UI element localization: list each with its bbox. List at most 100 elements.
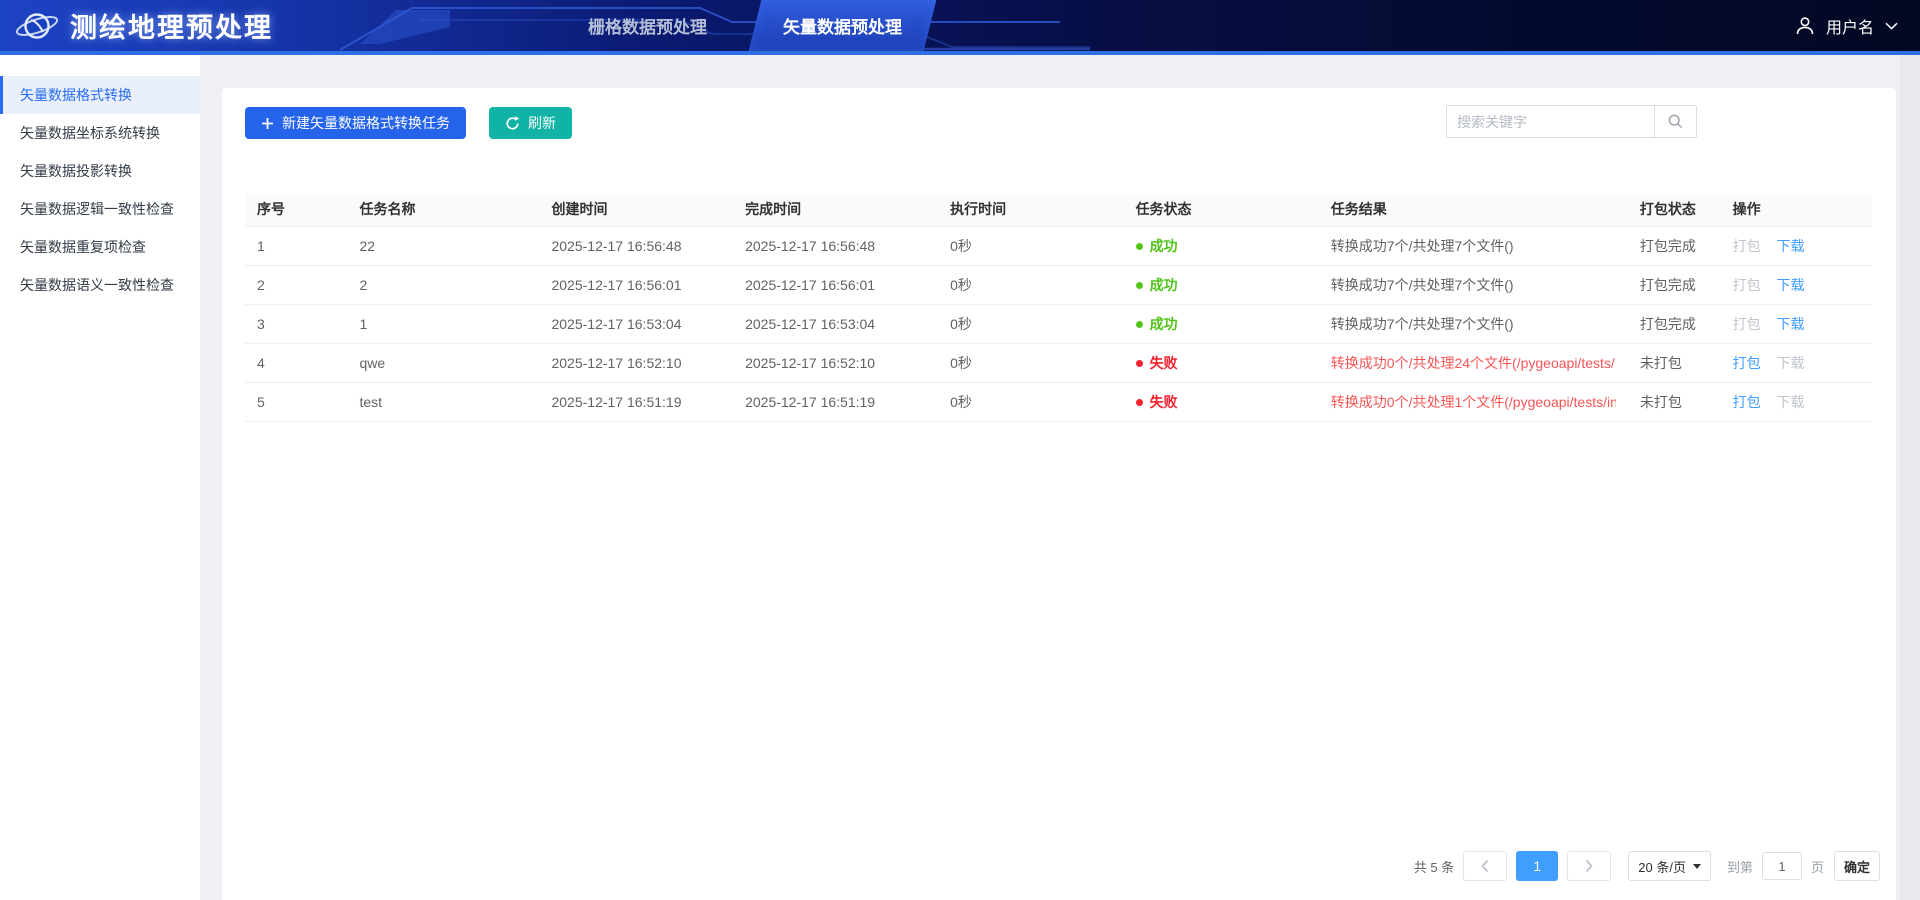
page-number-button[interactable]: 1 bbox=[1516, 851, 1558, 881]
sidebar-item[interactable]: 矢量数据投影转换 bbox=[0, 152, 200, 190]
download-action[interactable]: 下载 bbox=[1777, 238, 1805, 254]
refresh-label: 刷新 bbox=[528, 113, 556, 133]
sidebar-item[interactable]: 矢量数据格式转换 bbox=[0, 76, 200, 114]
cell-actions: 打包 下载 bbox=[1721, 265, 1872, 304]
cell-finished-time: 2025-12-17 16:53:04 bbox=[733, 304, 938, 343]
table-column-header: 任务结果 bbox=[1319, 193, 1628, 226]
goto-page-input[interactable] bbox=[1762, 852, 1802, 880]
user-name: 用户名 bbox=[1826, 14, 1874, 38]
table-column-header: 执行时间 bbox=[938, 193, 1123, 226]
pagination-total: 共 5 条 bbox=[1414, 857, 1454, 876]
task-result: 转换成功7个/共处理7个文件() bbox=[1331, 275, 1616, 295]
sidebar-item-label: 矢量数据坐标系统转换 bbox=[20, 125, 160, 141]
chevron-left-icon bbox=[1480, 859, 1490, 873]
package-action[interactable]: 打包 bbox=[1733, 394, 1761, 410]
refresh-icon bbox=[505, 116, 520, 131]
package-action[interactable]: 打包 bbox=[1733, 316, 1761, 332]
table-column-header: 任务名称 bbox=[348, 193, 540, 226]
header-tab[interactable]: 栅格数据预处理 bbox=[560, 0, 735, 51]
cell-task-name: 2 bbox=[348, 265, 540, 304]
goto-confirm-button[interactable]: 确定 bbox=[1834, 851, 1880, 881]
cell-finished-time: 2025-12-17 16:52:10 bbox=[733, 343, 938, 382]
next-page-button[interactable] bbox=[1567, 851, 1611, 881]
cell-index: 5 bbox=[245, 382, 348, 421]
app-logo-icon bbox=[14, 5, 60, 47]
table-row: 4 qwe 2025-12-17 16:52:10 2025-12-17 16:… bbox=[245, 343, 1872, 382]
sidebar-item-label: 矢量数据投影转换 bbox=[20, 163, 132, 179]
sidebar-item-label: 矢量数据逻辑一致性检查 bbox=[20, 201, 174, 217]
cell-index: 4 bbox=[245, 343, 348, 382]
status-badge: 成功 bbox=[1136, 277, 1178, 293]
sidebar-item[interactable]: 矢量数据逻辑一致性检查 bbox=[0, 190, 200, 228]
table-column-header: 任务状态 bbox=[1124, 193, 1319, 226]
new-task-label: 新建矢量数据格式转换任务 bbox=[282, 113, 450, 133]
package-action[interactable]: 打包 bbox=[1733, 238, 1761, 254]
cell-index: 2 bbox=[245, 265, 348, 304]
header-tab-label: 矢量数据预处理 bbox=[783, 13, 902, 38]
cell-finished-time: 2025-12-17 16:51:19 bbox=[733, 382, 938, 421]
sidebar: 矢量数据格式转换 矢量数据坐标系统转换 矢量数据投影转换 矢量数据逻辑一致性检查… bbox=[0, 55, 200, 900]
page-size-label: 20 条/页 bbox=[1638, 857, 1686, 876]
cell-result: 转换成功7个/共处理7个文件() bbox=[1319, 265, 1628, 304]
cell-index: 3 bbox=[245, 304, 348, 343]
cell-actions: 打包 下载 bbox=[1721, 343, 1872, 382]
cell-actions: 打包 下载 bbox=[1721, 382, 1872, 421]
package-action[interactable]: 打包 bbox=[1733, 355, 1761, 371]
download-action[interactable]: 下载 bbox=[1777, 355, 1805, 371]
table-row: 5 test 2025-12-17 16:51:19 2025-12-17 16… bbox=[245, 382, 1872, 421]
package-action[interactable]: 打包 bbox=[1733, 277, 1761, 293]
prev-page-button[interactable] bbox=[1463, 851, 1507, 881]
cell-task-name: qwe bbox=[348, 343, 540, 382]
table-column-header: 创建时间 bbox=[539, 193, 733, 226]
search-input[interactable] bbox=[1446, 105, 1654, 138]
status-badge: 失败 bbox=[1136, 394, 1178, 410]
cell-status: 成功 bbox=[1124, 265, 1319, 304]
cell-created-time: 2025-12-17 16:51:19 bbox=[539, 382, 733, 421]
cell-status: 成功 bbox=[1124, 304, 1319, 343]
sidebar-item[interactable]: 矢量数据重复项检查 bbox=[0, 228, 200, 266]
sidebar-item[interactable]: 矢量数据坐标系统转换 bbox=[0, 114, 200, 152]
app-root: 测绘地理预处理 栅格数据预处理 矢量数据预处理 用户名 bbox=[0, 0, 1920, 900]
download-action[interactable]: 下载 bbox=[1777, 394, 1805, 410]
plus-icon bbox=[261, 117, 274, 130]
cell-created-time: 2025-12-17 16:56:01 bbox=[539, 265, 733, 304]
task-result: 转换成功7个/共处理7个文件() bbox=[1331, 236, 1616, 256]
download-action[interactable]: 下载 bbox=[1777, 277, 1805, 293]
download-action[interactable]: 下载 bbox=[1777, 316, 1805, 332]
status-badge: 失败 bbox=[1136, 355, 1178, 371]
cell-exec-time: 0秒 bbox=[938, 226, 1123, 265]
cell-result: 转换成功0个/共处理1个文件(/pygeoapi/tests/in bbox=[1319, 382, 1628, 421]
user-menu[interactable]: 用户名 bbox=[1795, 0, 1898, 51]
cell-task-name: 1 bbox=[348, 304, 540, 343]
task-result: 转换成功7个/共处理7个文件() bbox=[1331, 314, 1616, 334]
search-box bbox=[1446, 105, 1697, 138]
cell-index: 1 bbox=[245, 226, 348, 265]
search-button[interactable] bbox=[1654, 105, 1697, 138]
refresh-button[interactable]: 刷新 bbox=[489, 107, 572, 139]
cell-status: 失败 bbox=[1124, 382, 1319, 421]
search-icon bbox=[1667, 113, 1684, 130]
goto-page-suffix: 页 bbox=[1811, 857, 1824, 876]
page-title: 测绘地理预处理 bbox=[70, 6, 273, 45]
cell-finished-time: 2025-12-17 16:56:01 bbox=[733, 265, 938, 304]
cell-status: 成功 bbox=[1124, 226, 1319, 265]
cell-package-status: 打包完成 bbox=[1628, 304, 1721, 343]
page-scrollbar[interactable] bbox=[1900, 55, 1920, 900]
task-result: 转换成功0个/共处理1个文件(/pygeoapi/tests/in bbox=[1331, 392, 1616, 412]
goto-page-prefix: 到第 bbox=[1727, 857, 1753, 876]
cell-exec-time: 0秒 bbox=[938, 382, 1123, 421]
cell-task-name: test bbox=[348, 382, 540, 421]
page-size-select[interactable]: 20 条/页 bbox=[1628, 851, 1711, 881]
sidebar-item-label: 矢量数据格式转换 bbox=[20, 87, 132, 103]
status-badge: 成功 bbox=[1136, 316, 1178, 332]
sidebar-item[interactable]: 矢量数据语义一致性检查 bbox=[0, 266, 200, 304]
cell-created-time: 2025-12-17 16:53:04 bbox=[539, 304, 733, 343]
cell-result: 转换成功7个/共处理7个文件() bbox=[1319, 304, 1628, 343]
cell-package-status: 打包完成 bbox=[1628, 226, 1721, 265]
cell-result: 转换成功7个/共处理7个文件() bbox=[1319, 226, 1628, 265]
header-tab[interactable]: 矢量数据预处理 bbox=[749, 0, 937, 51]
cell-finished-time: 2025-12-17 16:56:48 bbox=[733, 226, 938, 265]
app-header: 测绘地理预处理 栅格数据预处理 矢量数据预处理 用户名 bbox=[0, 0, 1920, 55]
new-task-button[interactable]: 新建矢量数据格式转换任务 bbox=[245, 107, 466, 139]
cell-package-status: 未打包 bbox=[1628, 382, 1721, 421]
